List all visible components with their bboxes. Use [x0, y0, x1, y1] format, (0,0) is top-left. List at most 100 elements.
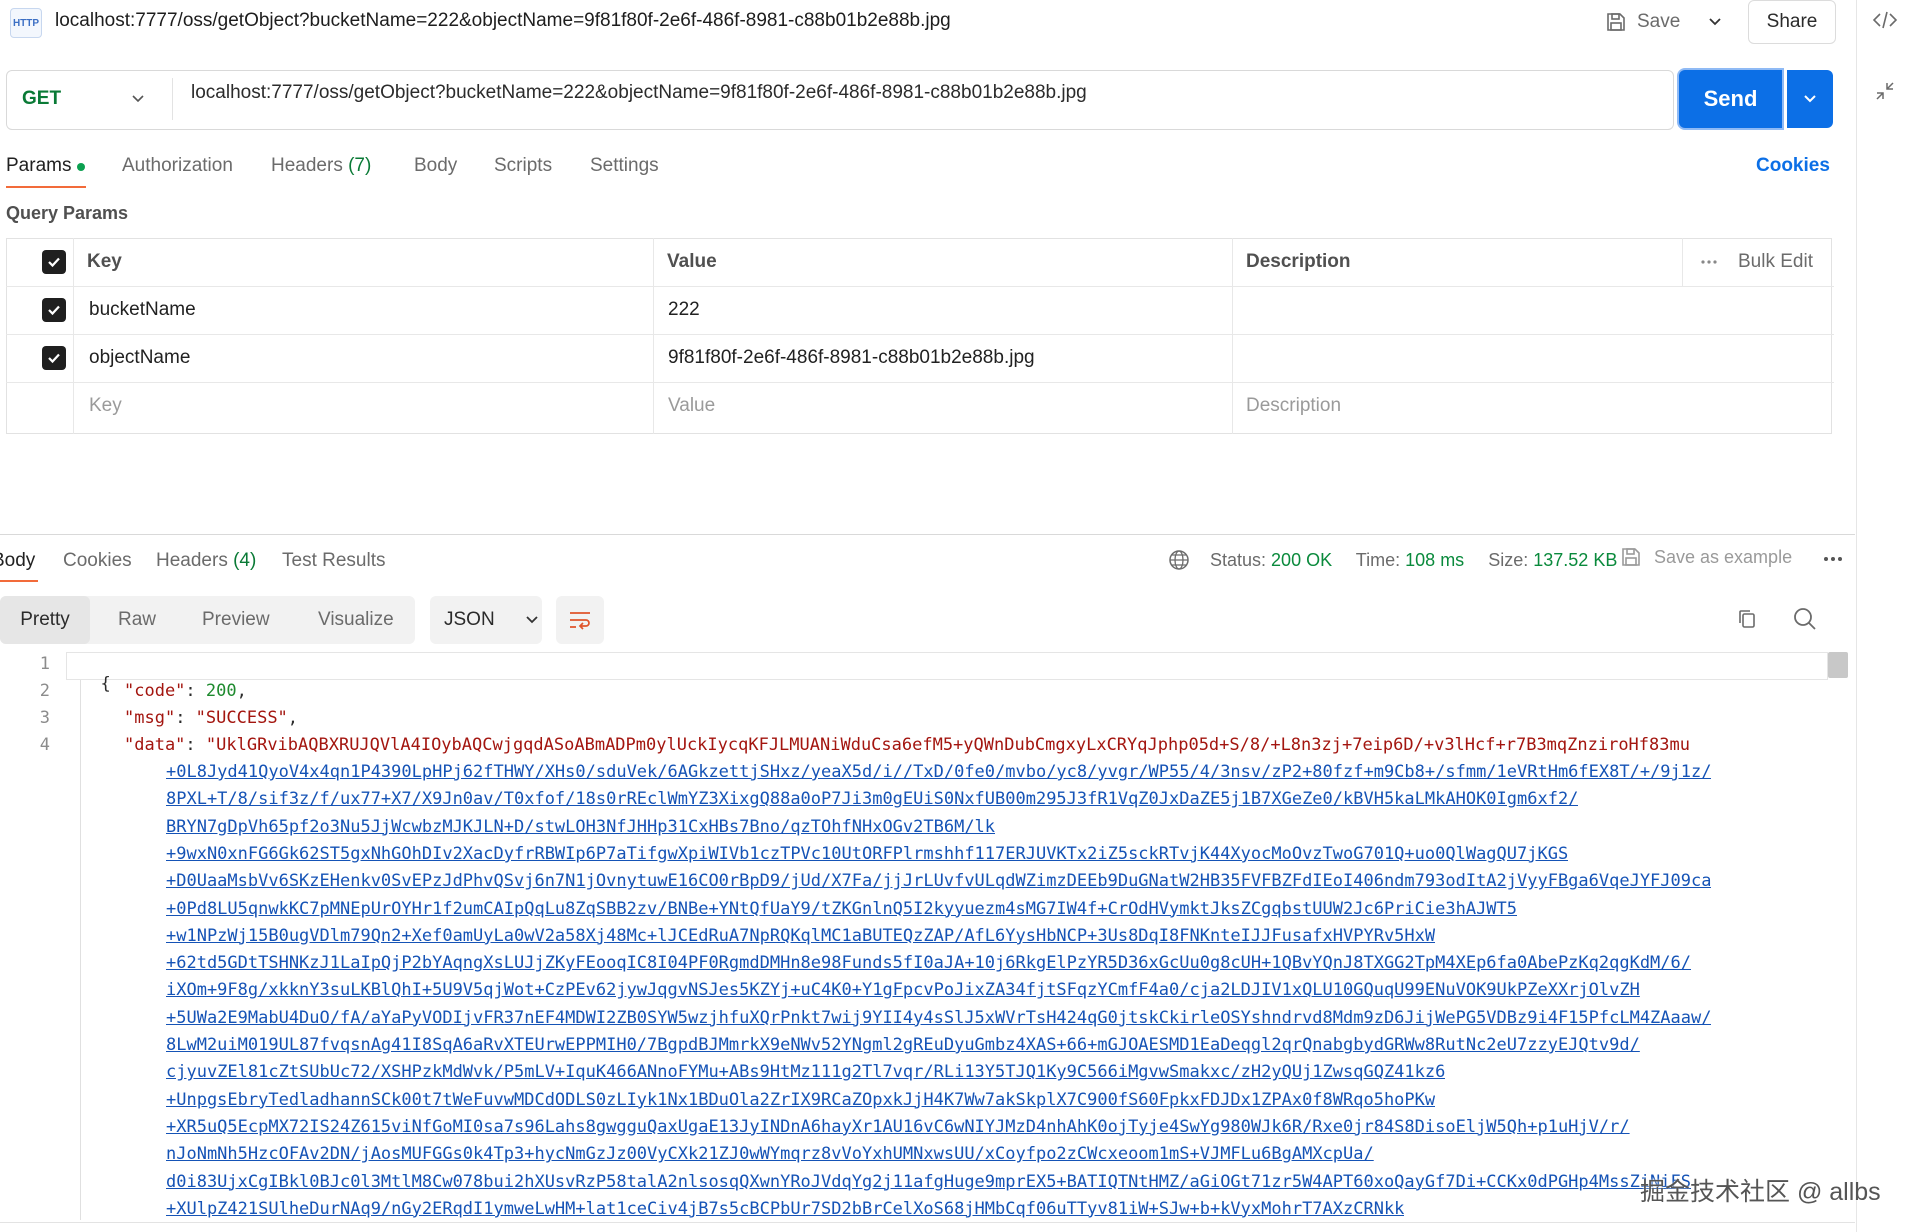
value-placeholder[interactable]: Value [668, 382, 715, 430]
view-raw-button[interactable]: Raw [118, 596, 156, 644]
size-label: Size: [1488, 550, 1529, 570]
line-number: 4 [39, 735, 50, 755]
line-number: 2 [39, 681, 50, 701]
active-tab-underline [6, 186, 86, 188]
view-visualize-button[interactable]: Visualize [318, 596, 394, 644]
headers-count-badge: (7) [348, 155, 372, 176]
json-string-continuation: +0Pd8LU5qnwkKC7pMNEpUrOYHr1f2umCAIpQqLu8… [166, 898, 1518, 919]
response-tab-test-results[interactable]: Test Results [282, 550, 385, 572]
code-line: { [80, 654, 111, 694]
collapse-sidebar-icon[interactable] [1874, 80, 1896, 102]
http-request-icon: HTTP [10, 8, 42, 38]
response-tab-body[interactable]: Body [0, 550, 35, 572]
params-header-row: Key Value Description Bulk Edit [6, 238, 1834, 287]
search-icon[interactable] [1792, 606, 1818, 632]
view-preview-button[interactable]: Preview [202, 596, 270, 644]
time-value[interactable]: 108 ms [1405, 550, 1464, 570]
tab-headers[interactable]: Headers (7) [271, 155, 371, 177]
globe-icon[interactable] [1167, 548, 1191, 572]
json-string: "SUCCESS" [195, 708, 288, 728]
more-options-icon[interactable] [1700, 238, 1718, 286]
json-string-continuation: +9wxN0xnFG6Gk62ST5gxNhGOhDIv2XacDyfrRBWI… [166, 843, 1569, 864]
send-button[interactable]: Send [1679, 70, 1782, 128]
floppy-disk-icon [1622, 548, 1640, 566]
view-pretty-button[interactable]: Pretty [0, 596, 90, 644]
json-string-continuation: +XUlpZ421SUlheDurNAq9/nGy2ERqdI1ymweLwHM… [166, 1198, 1405, 1219]
line-number: 3 [39, 708, 50, 728]
code-line: "code": 200, [124, 681, 247, 701]
param-key-cell[interactable]: objectName [89, 334, 190, 382]
json-string-continuation: d0i83UjxCgIBkl0BJc0l3MtlM8Cw078bui2hXUsv… [166, 1171, 1691, 1192]
tab-settings[interactable]: Settings [590, 155, 659, 177]
json-string-continuation: +0L8Jyd41QyoV4x4qn1P4390LpHPj62fTHWY/XHs… [166, 762, 1712, 782]
right-sidebar-divider [1856, 0, 1857, 1232]
cookies-link[interactable]: Cookies [1756, 155, 1830, 177]
json-key: "code" [124, 681, 186, 701]
request-title[interactable]: localhost:7777/oss/getObject?bucketName=… [55, 10, 951, 32]
json-string-continuation: +D0UaaMsbVv6SKzEHenkv0SvEPzJdPhvQSvj6n7N… [166, 871, 1712, 892]
checkbox[interactable] [42, 346, 66, 370]
more-options-icon[interactable] [1822, 550, 1844, 568]
tab-authorization[interactable]: Authorization [122, 155, 233, 177]
format-label: JSON [444, 609, 495, 630]
param-value-cell[interactable]: 222 [668, 286, 700, 334]
param-key-cell[interactable]: bucketName [89, 286, 196, 334]
tab-params[interactable]: Params [6, 155, 71, 177]
json-string-continuation: nJoNmNh5HzcOFAv2DN/jAosMUFGGs0k4Tp3+hycN… [166, 1144, 1374, 1165]
checkbox[interactable] [42, 298, 66, 322]
json-punctuation: : [185, 735, 206, 755]
http-method-label: GET [22, 88, 62, 109]
json-punctuation: , [236, 681, 247, 701]
indent-guide [80, 680, 81, 1220]
checkbox[interactable] [42, 250, 66, 274]
tab-headers-label: Headers [271, 155, 343, 176]
key-placeholder[interactable]: Key [89, 382, 122, 430]
table-row: bucketName 222 [6, 286, 1834, 335]
code-snippet-icon[interactable] [1872, 8, 1898, 32]
vertical-scrollbar[interactable] [1828, 652, 1848, 678]
row-checkbox[interactable] [42, 334, 66, 382]
response-divider[interactable] [0, 534, 1855, 535]
response-tab-cookies[interactable]: Cookies [63, 550, 132, 572]
column-header-description: Description [1246, 251, 1351, 272]
word-wrap-button[interactable] [556, 596, 604, 644]
json-string: "UklGRvibAQBXRUJQVlA4IOybAQCwjgqdASoABmA… [205, 735, 1690, 755]
json-string-continuation: +62td5GDtTSHNKzJ1LaIpQjP2bYAqngXsLUJjZKy… [166, 953, 1691, 974]
description-placeholder[interactable]: Description [1246, 382, 1341, 430]
tab-scripts[interactable]: Scripts [494, 155, 552, 177]
json-punctuation: , [287, 708, 299, 728]
copy-icon[interactable] [1736, 608, 1758, 630]
table-row: objectName 9f81f80f-2e6f-486f-8981-c88b0… [6, 334, 1834, 383]
row-checkbox[interactable] [42, 286, 66, 334]
floppy-disk-icon [1607, 13, 1625, 31]
check-icon [48, 353, 60, 364]
chevron-down-icon [1709, 18, 1721, 26]
save-as-example-button[interactable]: Save as example [1620, 546, 1792, 568]
save-button[interactable]: Save [1605, 6, 1680, 38]
json-brace: { [100, 674, 111, 694]
select-all-checkbox[interactable] [42, 238, 66, 286]
format-select[interactable]: JSON [430, 596, 542, 644]
http-method-select[interactable]: GET [22, 70, 172, 128]
json-string-continuation: BRYN7gDpVh65pf2o3Nu5JjWcwbzMJKJLN+D/stwL… [166, 816, 996, 837]
status-label: Status: [1210, 550, 1267, 570]
send-options-button[interactable] [1787, 70, 1833, 128]
wrap-lines-icon [570, 612, 590, 630]
size-value[interactable]: 137.52 KB [1533, 550, 1617, 570]
chevron-down-icon [1804, 95, 1816, 103]
tab-body[interactable]: Body [414, 155, 457, 177]
active-tab-underline [0, 580, 38, 582]
url-input[interactable] [191, 82, 1651, 104]
json-string-continuation: 8PXL+T/8/sif3z/f/ux77+X7/X9Jn0av/T0xfof/… [166, 789, 1579, 810]
bulk-edit-button[interactable]: Bulk Edit [1738, 238, 1813, 286]
save-options-button[interactable] [1700, 6, 1730, 38]
response-tab-headers[interactable]: Headers (4) [156, 550, 256, 572]
status-value[interactable]: 200 OK [1271, 550, 1332, 570]
json-string-continuation: +XR5uQ5EcpMX72IS24Z615viNfGoMI0sa7s96Lah… [166, 1116, 1630, 1137]
json-string-continuation: +5UWa2E9MabU4DuO/fA/aYaPyVODIjvFR37nEF4M… [166, 1007, 1712, 1028]
share-button[interactable]: Share [1748, 0, 1836, 44]
param-value-cell[interactable]: 9f81f80f-2e6f-486f-8981-c88b01b2e88b.jpg [668, 334, 1035, 382]
column-header-value: Value [667, 251, 717, 272]
json-string-continuation: cjyuvZEl81cZtSUbUc72/XSHPzkMdWvk/P5mLV+I… [166, 1062, 1446, 1083]
current-line-highlight [66, 652, 1828, 680]
